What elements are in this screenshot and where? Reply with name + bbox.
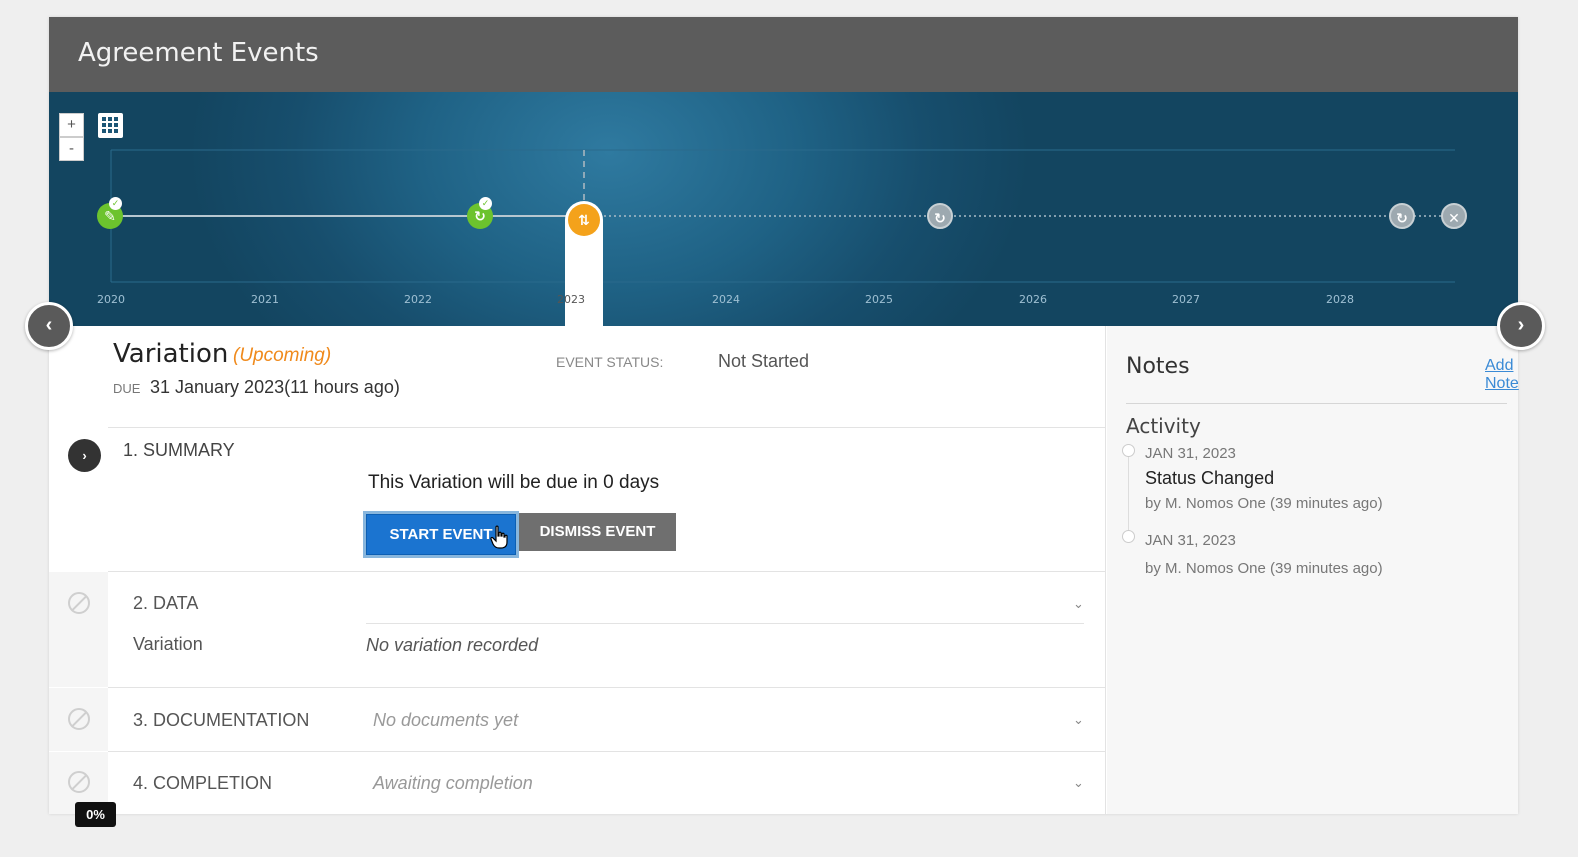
notes-title: Notes	[1126, 354, 1190, 379]
chevron-down-icon[interactable]: ⌄	[1073, 775, 1084, 791]
completed-event-marker[interactable]: ↻ ✓	[467, 197, 493, 229]
close-icon: ✕	[1448, 210, 1460, 226]
completed-event-marker[interactable]: ✎ ✓	[97, 197, 123, 229]
end-event-marker[interactable]: ✕	[1441, 203, 1467, 229]
page-title: Agreement Events	[78, 38, 319, 68]
events-timeline[interactable]: + - 2020 2021 2022 2024 2025 2026 2027 2…	[49, 92, 1518, 326]
refresh-icon: ↻	[474, 208, 486, 224]
notes-panel: Notes Add Note Activity JAN 31, 2023 Sta…	[1107, 326, 1519, 814]
year-label: 2025	[865, 293, 893, 306]
divider	[108, 427, 1106, 428]
activity-timeline-line	[1128, 453, 1129, 540]
future-event-marker[interactable]: ↻	[927, 203, 953, 229]
year-label: 2023	[557, 293, 585, 306]
previous-event-button[interactable]: ‹	[25, 302, 73, 350]
refresh-icon: ↻	[1396, 210, 1408, 226]
chevron-down-icon[interactable]: ⌄	[1073, 712, 1084, 728]
disabled-icon	[68, 592, 90, 614]
divider	[1126, 403, 1507, 404]
section-completion-heading[interactable]: 4. COMPLETION	[133, 773, 272, 794]
variation-field-label: Variation	[133, 634, 203, 654]
event-state: (Upcoming)	[233, 345, 332, 366]
due-value: 31 January 2023(11 hours ago)	[150, 377, 400, 397]
activity-dot	[1122, 444, 1135, 457]
divider	[108, 571, 1106, 572]
year-label: 2026	[1019, 293, 1047, 306]
edit-icon: ✎	[104, 208, 116, 224]
agreement-events-card: Agreement Events + - 2020 2021 2022 2024…	[49, 17, 1519, 814]
dismiss-event-button[interactable]: DISMISS EVENT	[519, 513, 676, 551]
event-detail-panel: Variation (Upcoming) DUE 31 January 2023…	[49, 326, 1106, 814]
divider	[108, 687, 1106, 688]
activity-date: JAN 31, 2023	[1145, 445, 1236, 462]
due-label: DUE	[113, 381, 141, 396]
variation-icon[interactable]: ⇅	[568, 204, 600, 236]
year-label: 2027	[1172, 293, 1200, 306]
refresh-icon: ↻	[934, 210, 946, 226]
disabled-icon	[68, 771, 90, 793]
variation-field-value: No variation recorded	[366, 635, 539, 655]
year-label: 2024	[712, 293, 740, 306]
activity-action: Status Changed	[1145, 468, 1275, 488]
event-title: Variation	[113, 339, 229, 369]
year-label: 2020	[97, 293, 125, 306]
divider	[108, 751, 1106, 752]
activity-title: Activity	[1126, 414, 1201, 438]
timeline-axis	[110, 149, 1455, 283]
divider	[366, 623, 1084, 624]
summary-text: This Variation will be due in 0 days	[368, 472, 660, 493]
year-label: 2028	[1326, 293, 1354, 306]
future-event-marker[interactable]: ↻	[1389, 203, 1415, 229]
documentation-placeholder: No documents yet	[373, 710, 519, 730]
activity-author: by M. Nomos One (39 minutes ago)	[1145, 495, 1383, 512]
check-icon: ✓	[479, 197, 492, 210]
activity-author: by M. Nomos One (39 minutes ago)	[1145, 560, 1383, 577]
disabled-icon	[68, 708, 90, 730]
section-summary-heading[interactable]: 1. SUMMARY	[123, 440, 235, 461]
add-note-link[interactable]: Add Note	[1485, 357, 1519, 393]
completion-placeholder: Awaiting completion	[373, 773, 533, 793]
year-label: 2022	[404, 293, 432, 306]
expand-summary-button[interactable]: ›	[68, 439, 101, 472]
card-header: Agreement Events	[49, 17, 1518, 92]
disabled-strip	[49, 572, 108, 687]
event-status-label: EVENT STATUS:	[556, 354, 664, 370]
check-icon: ✓	[109, 197, 122, 210]
event-status-value: Not Started	[718, 351, 810, 371]
activity-date: JAN 31, 2023	[1145, 532, 1236, 549]
section-documentation-heading[interactable]: 3. DOCUMENTATION	[133, 710, 309, 731]
section-data-heading[interactable]: 2. DATA	[133, 593, 198, 614]
hand-cursor-icon	[490, 525, 508, 549]
activity-dot	[1122, 530, 1135, 543]
next-event-button[interactable]: ›	[1497, 302, 1545, 350]
progress-badge: 0%	[75, 802, 116, 827]
chevron-down-icon[interactable]: ⌄	[1073, 596, 1084, 612]
year-label: 2021	[251, 293, 279, 306]
